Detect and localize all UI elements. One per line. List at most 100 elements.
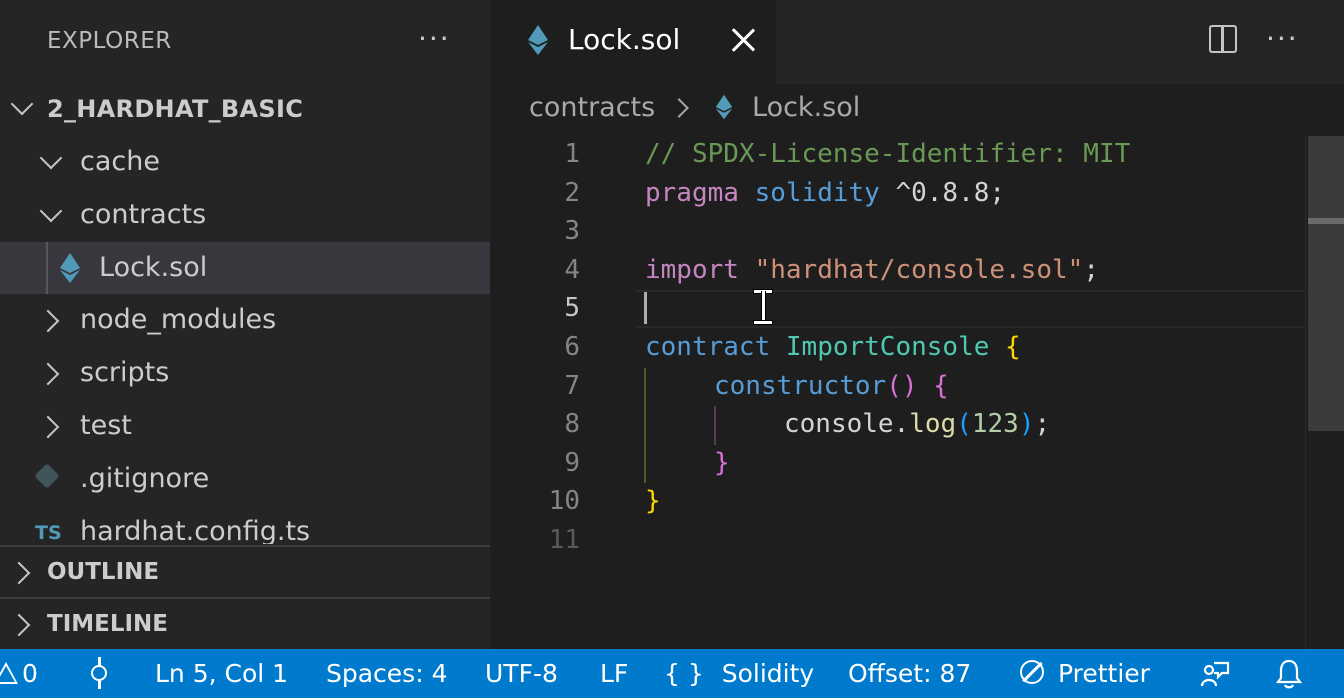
- language-mode[interactable]: { } Solidity: [664, 659, 814, 688]
- chevron-right-icon: [36, 415, 60, 439]
- close-icon[interactable]: [730, 27, 756, 53]
- indentation-setting[interactable]: Spaces: 4: [326, 659, 447, 688]
- tree-item-test[interactable]: test: [0, 400, 490, 453]
- token-type: ImportConsole: [785, 332, 990, 362]
- token-bracket: (): [886, 370, 918, 401]
- indent-guide: [644, 406, 646, 445]
- file-tree: cache contracts Lock.sol node_modules sc…: [0, 136, 490, 544]
- indent-guide: [46, 241, 48, 295]
- editor-tab-bar: Lock.sol ···: [490, 0, 1344, 84]
- eol-setting[interactable]: LF: [600, 659, 628, 688]
- ethereum-icon: [60, 252, 80, 283]
- git-commit-icon[interactable]: [90, 657, 108, 689]
- code-line: 9 }: [490, 444, 1305, 484]
- line-number: 2: [564, 177, 580, 208]
- token-punct: .: [893, 409, 910, 440]
- ethereum-icon: [528, 25, 548, 55]
- prettier-status[interactable]: Prettier: [1058, 659, 1150, 688]
- tree-item-contracts[interactable]: contracts: [0, 189, 490, 242]
- typescript-icon: TS: [35, 521, 62, 544]
- tree-item-node-modules[interactable]: node_modules: [0, 294, 490, 347]
- token-keyword: constructor: [714, 370, 887, 401]
- tree-item-label: Lock.sol: [99, 251, 208, 283]
- warning-icon: [0, 662, 18, 684]
- code-text: console.log(123);: [784, 409, 1050, 439]
- code-text: import "hardhat/console.sol";: [645, 255, 1099, 285]
- line-number: 1: [564, 139, 580, 169]
- explorer-title: EXPLORER: [47, 28, 172, 54]
- indent-guide: [644, 367, 646, 407]
- indent-guide: [644, 444, 646, 484]
- explorer-sidebar: EXPLORER ··· 2_HARDHAT_BASIC cache contr…: [0, 0, 490, 649]
- tree-item-label: cache: [80, 146, 160, 177]
- feedback-icon[interactable]: [1200, 659, 1230, 689]
- tree-item-lock-sol[interactable]: Lock.sol: [0, 241, 490, 295]
- chevron-down-icon: [39, 146, 63, 170]
- tree-item-label: contracts: [80, 198, 207, 230]
- token-keyword: import: [645, 254, 739, 285]
- timeline-section-label: TIMELINE: [47, 611, 169, 637]
- code-text: }: [645, 486, 661, 517]
- token-punct: ;: [1083, 254, 1099, 285]
- current-line-highlight: [635, 290, 1305, 329]
- code-line: 3: [490, 213, 1305, 252]
- language-label: Solidity: [721, 659, 815, 688]
- code-line: 2 pragma solidity ^0.8.8;: [490, 175, 1305, 214]
- tree-item-gitignore[interactable]: .gitignore: [0, 453, 490, 506]
- outline-section-label: OUTLINE: [47, 559, 160, 585]
- offset-indicator[interactable]: Offset: 87: [848, 659, 971, 688]
- line-number: 3: [564, 216, 580, 247]
- cursor-position[interactable]: Ln 5, Col 1: [155, 659, 288, 688]
- code-line-active: 5: [490, 289, 1305, 329]
- code-line: 1 // SPDX-License-Identifier: MIT: [490, 136, 1305, 175]
- workspace-root-folder[interactable]: 2_HARDHAT_BASIC: [0, 84, 490, 136]
- line-number: 4: [564, 254, 580, 285]
- line-number: 5: [564, 293, 580, 324]
- split-editor-icon[interactable]: [1209, 25, 1237, 53]
- tab-lock-sol[interactable]: Lock.sol: [490, 0, 776, 84]
- prettier-disabled-icon: [1020, 660, 1044, 684]
- code-line: 11: [490, 522, 1305, 561]
- explorer-more-actions-button[interactable]: ···: [418, 22, 451, 55]
- breadcrumb-item-contracts[interactable]: contracts: [529, 92, 655, 123]
- editor-scrollbar[interactable]: [1305, 136, 1344, 649]
- line-number: 8: [564, 409, 580, 440]
- token-bracket: {: [933, 370, 949, 401]
- tree-item-hardhat-config[interactable]: TS hardhat.config.ts: [0, 506, 490, 544]
- code-line: 6 contract ImportConsole {: [490, 329, 1305, 368]
- token-string: "hardhat/console.sol": [754, 254, 1084, 285]
- code-line: 8 console.log(123);: [490, 406, 1305, 445]
- chevron-down-icon: [10, 92, 34, 116]
- token-keyword: contract: [645, 332, 771, 362]
- outline-section[interactable]: OUTLINE: [0, 545, 490, 599]
- chevron-right-icon: [7, 561, 31, 585]
- workspace-root-label: 2_HARDHAT_BASIC: [47, 95, 304, 123]
- tree-item-scripts[interactable]: scripts: [0, 347, 490, 400]
- chevron-right-icon: [669, 98, 689, 118]
- breadcrumb-item-lock-sol[interactable]: Lock.sol: [752, 92, 860, 123]
- explorer-header: EXPLORER ···: [0, 0, 490, 84]
- tree-item-label: node_modules: [80, 304, 277, 336]
- editor-more-actions-button[interactable]: ···: [1266, 22, 1299, 55]
- tree-item-cache[interactable]: cache: [0, 136, 490, 189]
- code-text: // SPDX-License-Identifier: MIT: [645, 139, 1131, 169]
- token-identifier: solidity: [754, 177, 880, 208]
- line-number: 10: [548, 486, 580, 517]
- chevron-right-icon: [36, 310, 60, 333]
- code-line: 4 import "hardhat/console.sol";: [490, 252, 1305, 291]
- bell-icon[interactable]: [1274, 658, 1304, 690]
- code-editor[interactable]: 1 // SPDX-License-Identifier: MIT 2 prag…: [490, 136, 1305, 649]
- token-keyword: pragma: [645, 177, 739, 208]
- code-line: 10 }: [490, 483, 1305, 522]
- token-number: 123: [971, 409, 1019, 440]
- tab-label: Lock.sol: [568, 23, 681, 56]
- token-bracket: ): [1018, 409, 1035, 440]
- timeline-section[interactable]: TIMELINE: [0, 597, 490, 651]
- scrollbar-thumb[interactable]: [1308, 136, 1344, 431]
- text-caret: [644, 292, 647, 325]
- chevron-right-icon: [7, 613, 31, 637]
- code-text: contract ImportConsole {: [645, 332, 1021, 362]
- tree-item-label: test: [80, 409, 132, 441]
- encoding-setting[interactable]: UTF-8: [485, 659, 558, 688]
- line-number: 7: [564, 370, 580, 401]
